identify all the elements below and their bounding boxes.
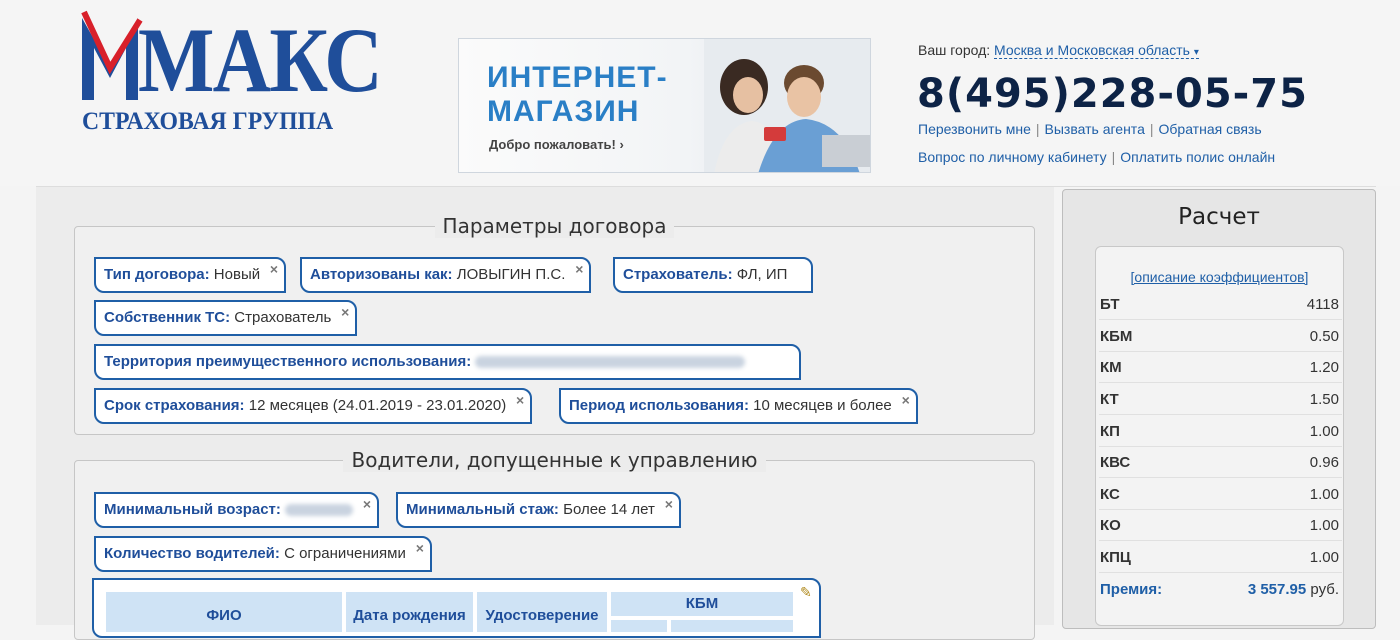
remove-icon[interactable]: × xyxy=(516,384,524,416)
chip-authorized-as[interactable]: Авторизованы как: ЛОВЫГИН П.С. × xyxy=(300,257,592,293)
edit-pencil-icon[interactable]: ✎ xyxy=(800,584,812,601)
cabinet-question-link[interactable]: Вопрос по личному кабинету xyxy=(918,149,1107,165)
chevron-right-icon: › xyxy=(619,137,624,152)
coef-row: КПЦ 1.00 xyxy=(1099,542,1342,573)
chip-driver-count[interactable]: Количество водителей: С ограничениями × xyxy=(94,536,432,572)
col-header-birthdate[interactable]: Дата рождения xyxy=(346,592,473,632)
logo-subtitle: СТРАХОВАЯ ГРУППА xyxy=(82,108,334,135)
col-subheader-1 xyxy=(611,620,667,632)
remove-icon[interactable]: × xyxy=(416,532,424,564)
callback-link[interactable]: Перезвонить мне xyxy=(918,121,1031,137)
coef-row: КВС 0.96 xyxy=(1099,447,1342,478)
blurred-value xyxy=(475,356,746,369)
coef-row: КБМ 0.50 xyxy=(1099,321,1342,352)
phone-number[interactable]: 8(495)228-05-75 xyxy=(917,70,1308,118)
promo-banner[interactable]: ИНТЕРНЕТ- МАГАЗИН Добро пожаловать! › xyxy=(458,38,871,173)
chip-min-age[interactable]: Минимальный возраст: × xyxy=(94,492,380,528)
remove-icon[interactable]: × xyxy=(575,253,583,285)
coef-description-link[interactable]: [описание коэффициентов] xyxy=(1131,269,1309,285)
site-header: МАКС СТРАХОВАЯ ГРУППА ИНТЕРНЕТ- МАГАЗИН … xyxy=(0,0,1400,186)
calc-panel: Расчет [описание коэффициентов] БТ 4118 К… xyxy=(1062,189,1376,629)
chip-contract-type[interactable]: Тип договора: Новый × xyxy=(94,257,287,293)
banner-people-image xyxy=(704,39,870,172)
coefficients-box: [описание коэффициентов] БТ 4118 КБМ 0.50 … xyxy=(1095,246,1344,626)
blurred-value xyxy=(285,504,354,517)
chip-usage-period[interactable]: Период использования: 10 месяцев и более… xyxy=(559,388,918,424)
coef-row: КТ 1.50 xyxy=(1099,384,1342,415)
chip-territory[interactable]: Территория преимущественного использован… xyxy=(94,344,801,380)
caret-down-icon: ▾ xyxy=(1193,47,1199,58)
drivers-legend: Водители, допущенные к управлению xyxy=(343,448,766,472)
call-agent-link[interactable]: Вызвать агента xyxy=(1045,121,1145,137)
logo[interactable]: МАКС СТРАХОВАЯ ГРУППА xyxy=(80,8,383,138)
pay-online-link[interactable]: Оплатить полис онлайн xyxy=(1120,149,1275,165)
remove-icon[interactable]: × xyxy=(341,296,349,328)
remove-icon[interactable]: × xyxy=(363,488,371,520)
coef-row: КС 1.00 xyxy=(1099,479,1342,510)
chip-min-experience[interactable]: Минимальный стаж: Более 14 лет × xyxy=(396,492,681,528)
coef-row: КМ 1.20 xyxy=(1099,352,1342,383)
remove-icon[interactable]: × xyxy=(665,488,673,520)
logo-word: МАКС xyxy=(138,9,383,111)
col-header-license[interactable]: Удостоверение xyxy=(477,592,607,632)
city-dropdown[interactable]: Москва и Московская область ▾ xyxy=(994,42,1199,59)
col-header-kbm[interactable]: КБМ xyxy=(611,592,793,616)
coef-row: КП 1.00 xyxy=(1099,416,1342,447)
banner-title-line1: ИНТЕРНЕТ- xyxy=(487,61,668,94)
chip-policyholder[interactable]: Страхователь: ФЛ, ИП xyxy=(613,257,814,293)
feedback-link[interactable]: Обратная связь xyxy=(1159,121,1262,137)
chip-insurance-term[interactable]: Срок страхования: 12 месяцев (24.01.2019… xyxy=(94,388,533,424)
drivers-table: ФИО Дата рождения Удостоверение КБМ xyxy=(92,578,821,638)
col-header-fio[interactable]: ФИО xyxy=(106,592,342,632)
banner-title-line2: МАГАЗИН xyxy=(487,95,640,128)
banner-subtitle: Добро пожаловать! › xyxy=(489,137,624,152)
premium-label: Премия: xyxy=(1100,581,1163,598)
header-links-row1: Перезвонить мне | Вызвать агента | Обратная … xyxy=(918,121,1262,137)
remove-icon[interactable]: × xyxy=(270,253,278,285)
city-label: Ваш город: xyxy=(918,42,991,58)
chip-vehicle-owner[interactable]: Собственник ТС: Страхователь × xyxy=(94,300,358,336)
col-subheader-2 xyxy=(671,620,793,632)
coef-row: БТ 4118 xyxy=(1099,289,1342,320)
remove-icon[interactable]: × xyxy=(902,384,910,416)
coef-row: КО 1.00 xyxy=(1099,510,1342,541)
premium-value: 3 557.95 xyxy=(1247,581,1307,598)
premium-row: Премия: 3 557.95 руб. xyxy=(1100,581,1339,598)
calc-title: Расчет xyxy=(1178,204,1260,230)
contract-params-legend: Параметры договора xyxy=(434,214,675,238)
header-links-row2: Вопрос по личному кабинету | Оплатить поли… xyxy=(918,149,1276,165)
city-selector: Ваш город: Москва и Московская область ▾ xyxy=(918,42,1199,59)
